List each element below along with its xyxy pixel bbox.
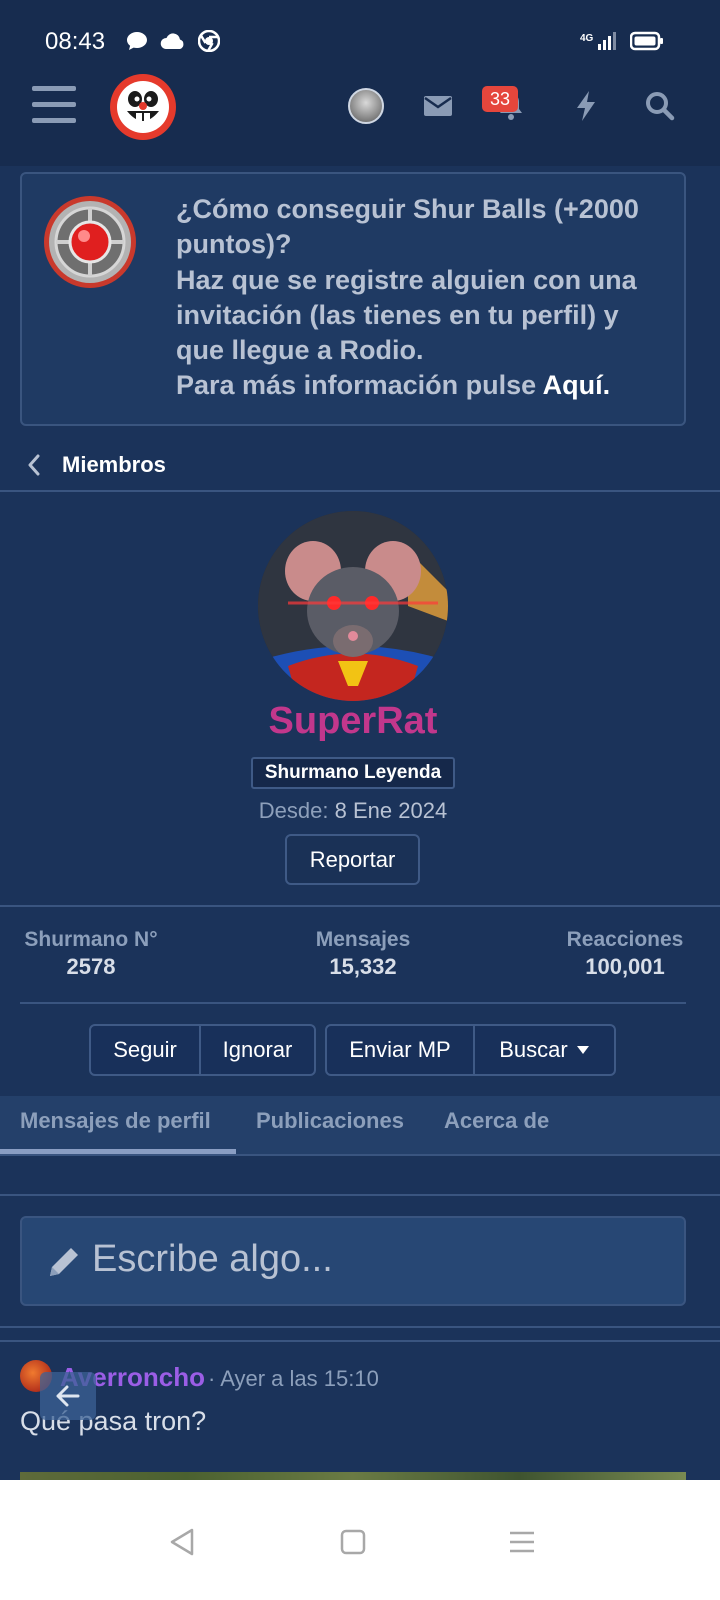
- divider: [20, 1002, 686, 1004]
- chat-bubble-icon: [127, 32, 147, 50]
- post-timestamp[interactable]: · Ayer a las 15:10: [208, 1366, 379, 1392]
- notice-link[interactable]: Aquí.: [543, 370, 611, 400]
- divider: [0, 1326, 720, 1328]
- notice-line: que llegue a Rodio.: [176, 335, 424, 366]
- profile-avatar[interactable]: [258, 511, 448, 701]
- battery-icon: [630, 31, 663, 51]
- notice-line-prefix: Para más información pulse: [176, 370, 543, 401]
- profile-tabs: Mensajes de perfil Publicaciones Acerca …: [0, 1096, 720, 1154]
- follow-ignore-group: Seguir Ignorar: [89, 1024, 316, 1076]
- divider: [0, 1340, 720, 1342]
- stat-messages[interactable]: Mensajes 15,332: [300, 928, 426, 980]
- breadcrumb-label[interactable]: Miembros: [62, 452, 166, 478]
- floating-back-button[interactable]: [40, 1372, 96, 1420]
- stat-label: Reacciones: [566, 928, 684, 951]
- bolt-icon[interactable]: [570, 90, 602, 122]
- network-label: 4G: [580, 33, 594, 44]
- rat-avatar-image: [258, 511, 448, 701]
- user-avatar[interactable]: [348, 88, 384, 124]
- notice-banner: ¿Cómo conseguir Shur Balls (+2000 puntos…: [20, 172, 686, 426]
- notice-line: invitación (las tienes en tu perfil) y: [176, 299, 619, 330]
- member-since-label: Desde:: [258, 798, 329, 823]
- stat-label: Mensajes: [315, 928, 411, 951]
- envelope-icon[interactable]: [422, 90, 454, 122]
- search-icon[interactable]: [644, 90, 676, 122]
- stat-label: Shurmano N°: [24, 928, 158, 951]
- member-since: Desde: 8 Ene 2024: [0, 798, 706, 824]
- caret-down-icon: [576, 1046, 589, 1054]
- divider: [0, 490, 720, 492]
- stat-value: 2578: [66, 954, 116, 979]
- follow-button[interactable]: Seguir: [91, 1026, 199, 1074]
- hamburger-menu-icon[interactable]: [32, 86, 76, 126]
- notice-text: ¿Cómo conseguir Shur Balls (+2000 puntos…: [176, 192, 676, 404]
- status-notification-icons: [126, 30, 220, 52]
- composer-placeholder[interactable]: Escribe algo...: [92, 1238, 333, 1281]
- post-composer[interactable]: Escribe algo...: [20, 1216, 686, 1306]
- arrow-left-icon: [56, 1385, 80, 1407]
- send-pm-button[interactable]: Enviar MP: [327, 1026, 473, 1074]
- stat-value: 100,001: [585, 954, 665, 979]
- cloud-icon: [160, 33, 184, 49]
- message-search-group: Enviar MP Buscar: [325, 1024, 616, 1076]
- recents-menu-icon[interactable]: [502, 1522, 542, 1562]
- user-title-badge: Shurmano Leyenda: [251, 757, 455, 789]
- chevron-left-icon[interactable]: [22, 453, 46, 477]
- search-dropdown-button[interactable]: Buscar: [475, 1026, 614, 1074]
- stat-member-number: Shurmano N° 2578: [20, 928, 162, 980]
- member-since-value: 8 Ene 2024: [334, 798, 448, 823]
- tab-about[interactable]: Acerca de: [444, 1108, 549, 1134]
- back-triangle-icon[interactable]: [162, 1522, 202, 1562]
- divider: [0, 905, 720, 907]
- username[interactable]: SuperRat: [0, 700, 706, 743]
- alerts-badge[interactable]: 33: [482, 86, 518, 112]
- search-dropdown-label: Buscar: [499, 1037, 568, 1062]
- pencil-icon: [50, 1248, 78, 1276]
- ignore-button[interactable]: Ignorar: [201, 1026, 314, 1074]
- system-nav-bar: [0, 1480, 720, 1600]
- home-square-icon[interactable]: [333, 1522, 373, 1562]
- stat-reactions[interactable]: Reacciones 100,001: [562, 928, 688, 980]
- report-button[interactable]: Reportar: [285, 834, 420, 885]
- stat-value: 15,332: [329, 954, 397, 979]
- notice-line: ¿Cómo conseguir Shur Balls (+2000: [176, 194, 639, 224]
- tab-profile-posts[interactable]: Mensajes de perfil: [20, 1108, 211, 1134]
- nav-bar: 33: [0, 72, 720, 142]
- logo-face-icon: [117, 81, 169, 133]
- divider: [0, 1194, 720, 1196]
- divider: [0, 1154, 720, 1156]
- status-time: 08:43: [45, 28, 106, 55]
- notice-line: puntos)?: [176, 229, 292, 260]
- notice-line: Para más información pulse Aquí.: [176, 368, 676, 403]
- chrome-icon: [198, 30, 220, 52]
- tab-publications[interactable]: Publicaciones: [256, 1108, 404, 1134]
- shur-ball-emblem-icon: [44, 196, 136, 288]
- status-system-icons: 4G: [578, 30, 664, 52]
- site-logo[interactable]: [110, 74, 176, 140]
- notice-line: Haz que se registre alguien con una: [176, 264, 637, 295]
- signal-icon: 4G: [580, 32, 616, 50]
- breadcrumb[interactable]: Miembros: [0, 440, 720, 490]
